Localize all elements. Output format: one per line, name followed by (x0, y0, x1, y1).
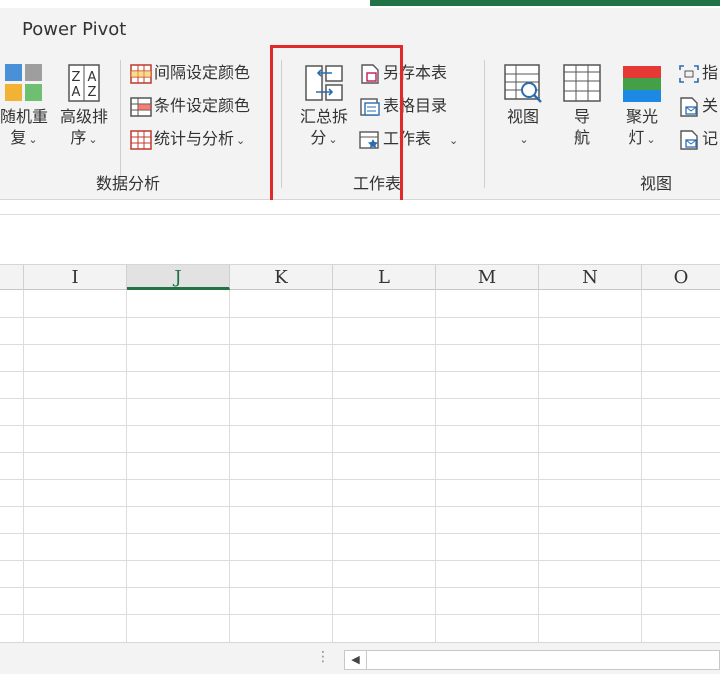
column-header-o[interactable]: O (642, 265, 720, 290)
grid-line (0, 614, 720, 615)
spotlight-label-line1: 聚光 (625, 107, 658, 126)
column-header-j[interactable]: J (127, 265, 230, 290)
grid-line (0, 371, 720, 372)
related-button[interactable]: 关 (678, 93, 718, 119)
chevron-down-icon: ⌄ (449, 134, 459, 147)
grid-line (0, 506, 720, 507)
column-header-n[interactable]: N (539, 265, 642, 290)
conditional-color-label: 条件设定颜色 (154, 96, 251, 115)
advanced-sort-label-line2: 序 (70, 128, 87, 147)
chevron-down-icon: ⌄ (236, 134, 246, 147)
column-header-i[interactable]: I (24, 265, 127, 290)
grid-line (641, 290, 642, 642)
table-condition-icon (130, 96, 152, 117)
grid-line (126, 290, 127, 642)
grid-line (0, 560, 720, 561)
title-bar (0, 0, 720, 8)
view-label: 视图 (506, 107, 539, 126)
column-header-k[interactable]: K (230, 265, 333, 290)
tab-power-pivot[interactable]: Power Pivot (22, 19, 126, 40)
cell-grid[interactable] (0, 290, 720, 642)
random-repeat-label-line2: 复 (10, 128, 27, 147)
stats-analysis-label: 统计与分析 (154, 129, 235, 148)
navigation-label-line2: 航 (573, 128, 590, 147)
highlight-box (270, 45, 403, 205)
svg-text:Z: Z (88, 85, 97, 100)
chevron-down-icon: ⌄ (646, 133, 656, 146)
group-label-view: 视图 (640, 174, 673, 193)
conditional-color-button[interactable]: 条件设定颜色 (130, 93, 250, 119)
fingerprint-button[interactable]: 指 (678, 60, 718, 86)
title-bar-accent (370, 0, 720, 6)
separator (120, 60, 121, 188)
grid-line (0, 452, 720, 453)
spotlight-label-line2: 灯 (628, 128, 645, 147)
grid-line (0, 533, 720, 534)
svg-text:Z: Z (72, 70, 81, 85)
horizontal-scrollbar[interactable]: ◀ (344, 650, 720, 670)
random-repeat-button[interactable]: 随机重 复 ⌄ (0, 62, 54, 150)
column-header-m[interactable]: M (436, 265, 539, 290)
view-table-icon (504, 64, 542, 103)
grid-line (23, 290, 24, 642)
navigation-grid-icon (563, 64, 601, 102)
related-label: 关 (702, 96, 719, 115)
svg-text:A: A (88, 70, 97, 85)
grid-line (538, 290, 539, 642)
interval-color-button[interactable]: 间隔设定颜色 (130, 60, 250, 86)
grid-line (0, 479, 720, 480)
grid-line (0, 587, 720, 588)
interval-color-label: 间隔设定颜色 (154, 63, 251, 82)
formula-bar-divider (0, 214, 720, 215)
sort-az-icon: Z A A Z (68, 64, 100, 102)
grid-line (0, 425, 720, 426)
advanced-sort-button[interactable]: Z A A Z 高级排 序 ⌄ (56, 62, 112, 150)
grid-line (0, 317, 720, 318)
chevron-down-icon: ⌄ (88, 133, 98, 146)
spotlight-color-icon (623, 66, 661, 102)
navigation-label-line1: 导 (573, 107, 590, 126)
record-button[interactable]: 记 (678, 126, 718, 152)
chevron-down-icon: ⌄ (28, 133, 38, 146)
grid-line (0, 398, 720, 399)
spotlight-button[interactable]: 聚光 灯 ⌄ (614, 62, 670, 150)
grid-squares-icon (5, 64, 42, 101)
grid-line (435, 290, 436, 642)
grid-line (0, 344, 720, 345)
formula-bar-area (0, 200, 720, 248)
stats-analysis-button[interactable]: 统计与分析 ⌄ (130, 126, 245, 152)
row-header-corner[interactable] (0, 265, 24, 290)
navigation-button[interactable]: 导 航 (558, 62, 606, 148)
grid-line (229, 290, 230, 642)
advanced-sort-label-line1: 高级排 (59, 107, 108, 126)
chevron-down-icon: ⌄ (519, 133, 529, 146)
column-header-l[interactable]: L (333, 265, 436, 290)
scroll-left-icon[interactable]: ◀ (345, 651, 367, 669)
group-label-data-analysis: 数据分析 (96, 174, 161, 193)
view-button[interactable]: 视图 ⌄ (496, 62, 550, 150)
random-repeat-label-line1: 随机重 (0, 107, 48, 126)
mail-document-icon (680, 96, 698, 117)
stats-table-icon (130, 129, 152, 150)
column-headers: I J K L M N O (0, 264, 720, 290)
record-label: 记 (702, 129, 719, 148)
record-document-icon (680, 129, 698, 150)
focus-frame-icon (679, 64, 699, 83)
grid-line (332, 290, 333, 642)
status-bar: ⋮ ◀ (0, 642, 720, 674)
fingerprint-label: 指 (702, 63, 719, 82)
separator (484, 60, 485, 188)
resize-handle-icon[interactable]: ⋮ (316, 649, 330, 665)
svg-text:A: A (72, 85, 81, 100)
table-color-icon (130, 63, 152, 84)
